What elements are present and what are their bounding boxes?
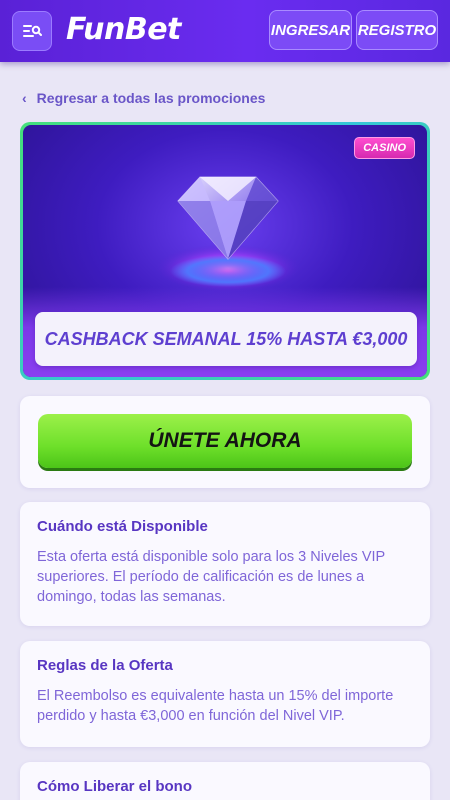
section-body: El Reembolso es equivalente hasta un 15%… xyxy=(37,688,394,724)
back-link-label: Regresar a todas las promociones xyxy=(36,90,266,106)
section-heading: Reglas de la Oferta xyxy=(37,657,173,674)
back-to-promotions-link[interactable]: ‹ Regresar a todas las promociones xyxy=(22,90,265,106)
promo-banner-inner: CASINO CASHBACK SEMANAL 15% HASTA €3,000 xyxy=(23,125,427,377)
section-body: Esta oferta está disponible solo para lo… xyxy=(37,549,385,605)
login-button[interactable]: INGRESAR xyxy=(269,10,352,50)
offer-rules-section: Reglas de la Oferta El Reembolso es equi… xyxy=(20,641,430,747)
menu-search-icon xyxy=(23,25,42,37)
availability-section: Cuándo está Disponible Esta oferta está … xyxy=(20,502,430,626)
diamond-icon xyxy=(156,176,300,292)
section-heading: Cuándo está Disponible xyxy=(37,518,208,535)
promo-banner[interactable]: CASINO CASHBACK SEMANAL 15% HASTA €3,000 xyxy=(20,122,430,380)
chevron-left-icon: ‹ xyxy=(22,90,27,106)
join-card: ÚNETE AHORA xyxy=(20,396,430,488)
section-heading: Cómo Liberar el bono xyxy=(37,778,193,795)
promo-title: CASHBACK SEMANAL 15% HASTA €3,000 xyxy=(35,312,417,366)
join-now-button[interactable]: ÚNETE AHORA xyxy=(38,414,412,468)
register-button[interactable]: REGISTRO xyxy=(356,10,438,50)
funbet-logo[interactable]: FunBet xyxy=(66,12,181,47)
menu-button[interactable] xyxy=(12,11,52,51)
release-bonus-section: Cómo Liberar el bono xyxy=(20,762,430,800)
casino-badge: CASINO xyxy=(354,137,415,159)
top-navigation-bar: FunBet INGRESAR REGISTRO xyxy=(0,0,450,62)
